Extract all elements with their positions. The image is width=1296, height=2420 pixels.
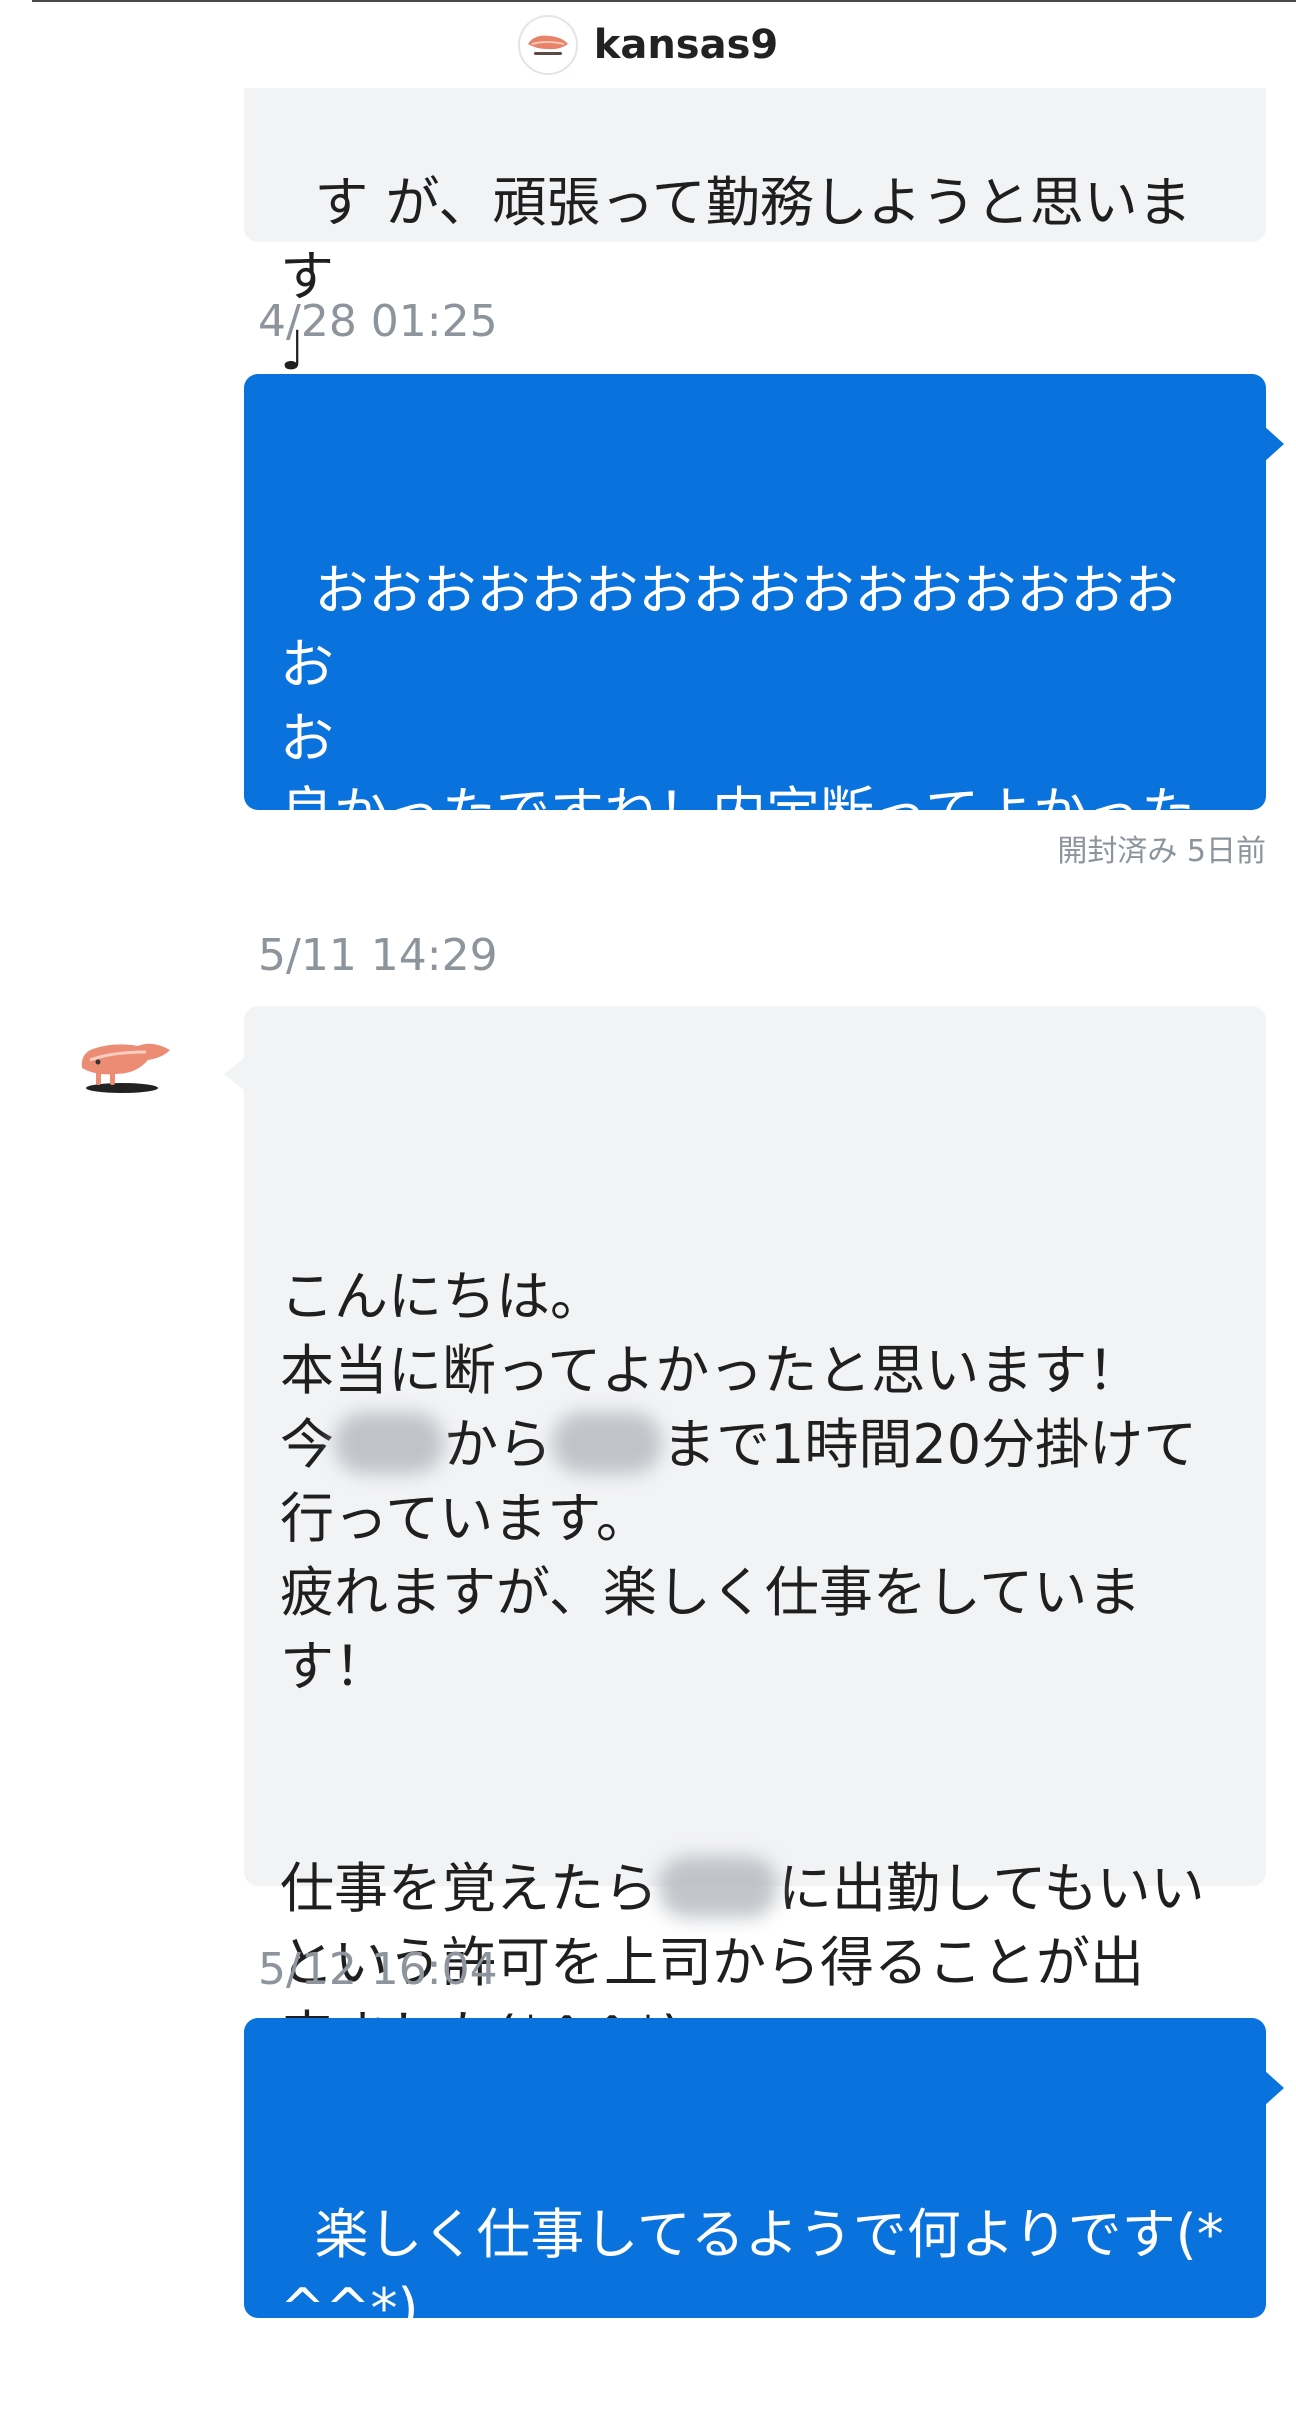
contact-name[interactable]: kansas9: [594, 22, 779, 68]
redacted-text: [552, 1412, 662, 1475]
message-timestamp: 5/12 16:04: [258, 1944, 498, 1995]
bubble-tail: [1264, 2070, 1284, 2106]
incoming-message[interactable]: こんにちは。 本当に断ってよかったと思います！ 今から まで1時間20分掛けて 行…: [224, 1006, 1266, 2068]
chat-header: kansas9: [0, 2, 1296, 88]
redacted-text: [658, 1856, 778, 1919]
message-text: 楽しく仕事してるようで何よりです(* ^^*) 占いの力は偉大ですね！: [280, 2203, 1224, 2414]
redacted-text: [334, 1412, 444, 1475]
message-text: おおおおおおおおおおおおおおおおお お 良かったですね！内定断ってよかったですね…: [280, 559, 1196, 992]
bubble-tail: [224, 1058, 244, 1090]
message-timestamp: 4/28 01:25: [258, 296, 498, 347]
message-timestamp: 5/11 14:29: [258, 930, 498, 981]
contact-avatar[interactable]: [517, 15, 578, 75]
salmon-avatar-icon: [527, 35, 568, 55]
read-receipt: 開封済み 5日前: [1057, 834, 1266, 869]
bubble-tail: [1264, 426, 1284, 462]
outgoing-message[interactable]: 楽しく仕事してるようで何よりです(* ^^*) 占いの力は偉大ですね！: [244, 2018, 1284, 2414]
message-text: す が、頑張って勤務しようと思います ♩: [280, 171, 1192, 382]
outgoing-message[interactable]: おおおおおおおおおおおおおおおおお お 良かったですね！内定断ってよかったですね…: [244, 374, 1284, 992]
salmon-avatar-icon[interactable]: [76, 1028, 176, 1098]
